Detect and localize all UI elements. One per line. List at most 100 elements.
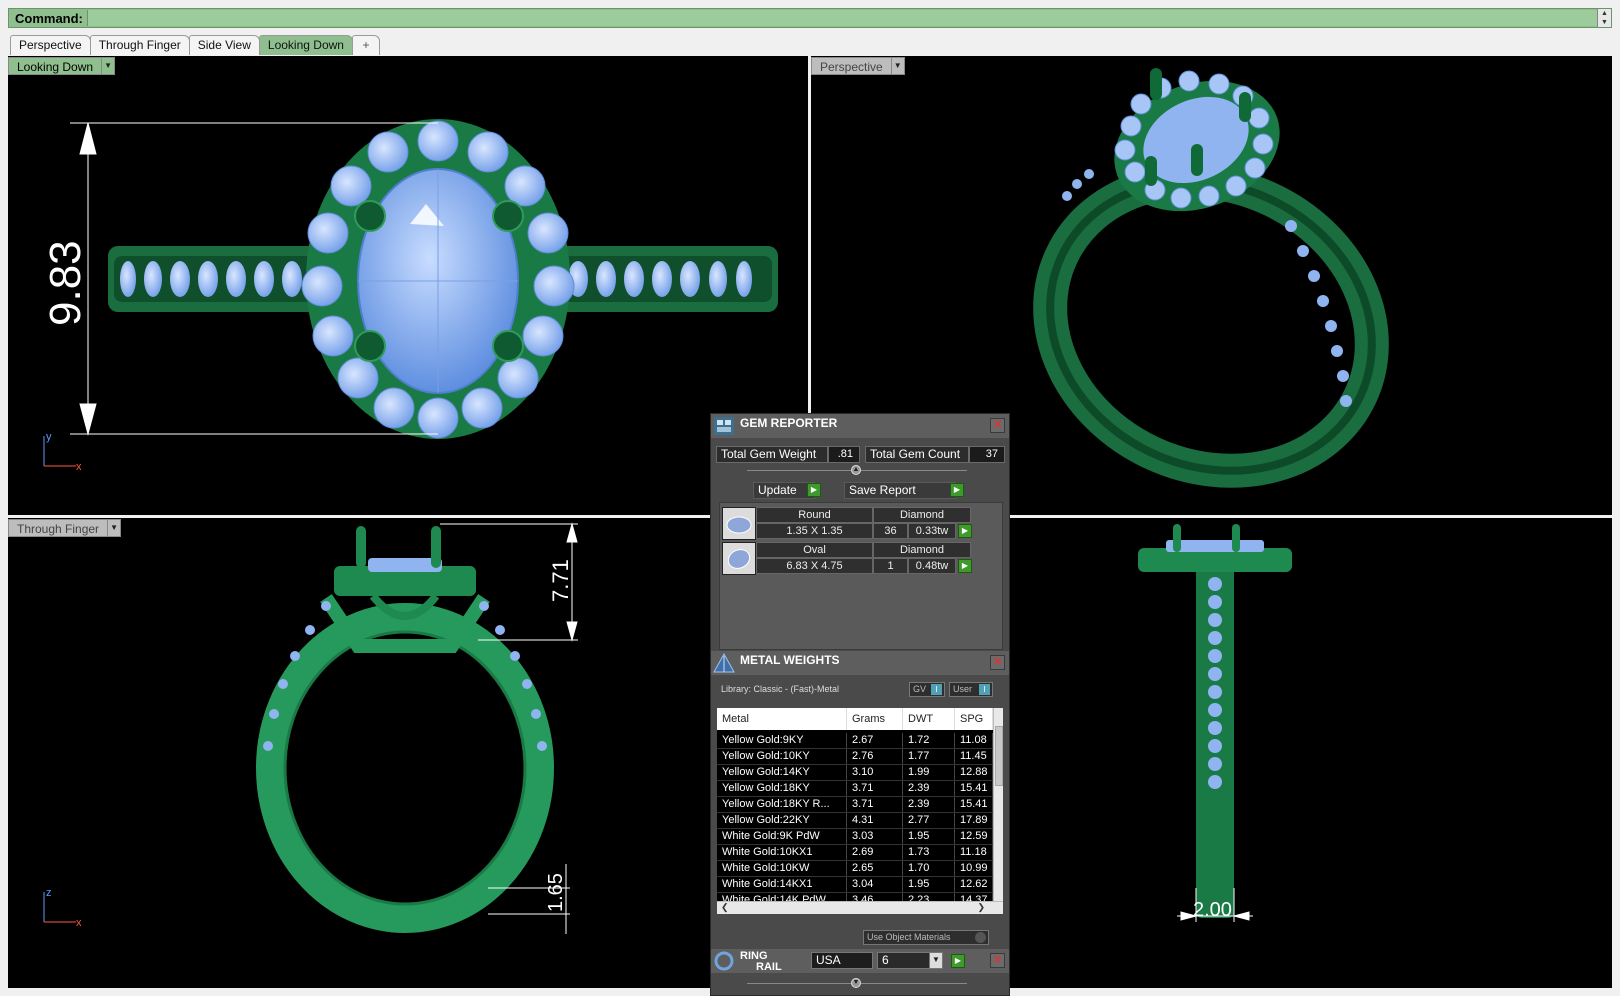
metal-weights-title: METAL WEIGHTS bbox=[740, 653, 840, 667]
height-dimension-label: 9.83 bbox=[41, 240, 90, 326]
gem-detail-play-icon[interactable]: ▶ bbox=[958, 524, 972, 538]
table-row[interactable]: Yellow Gold:18KY R... 3.71 2.39 15.41 bbox=[717, 797, 993, 813]
viewport-label-through-finger[interactable]: Through Finger ▼ bbox=[8, 519, 122, 537]
metal-weights-icon bbox=[713, 652, 735, 673]
radio-icon bbox=[975, 932, 986, 943]
table-row[interactable]: White Gold:10KW 2.65 1.70 10.99 bbox=[717, 861, 993, 877]
app-window: Command: ▲ ▼ Perspective Through Finger S… bbox=[0, 0, 1620, 996]
ring-rail-header: RING RAIL USA 6 ▼ ▶ ✕ bbox=[711, 949, 1009, 973]
viewport-through-finger[interactable]: Through Finger ▼ 7.71 1.65 z x bbox=[8, 518, 808, 988]
gem-detail-play-icon[interactable]: ▶ bbox=[958, 559, 972, 573]
svg-text:z: z bbox=[46, 887, 52, 899]
gem-reporter-title: GEM REPORTER bbox=[740, 416, 838, 430]
tab-through-finger[interactable]: Through Finger bbox=[89, 35, 190, 55]
table-row[interactable]: Yellow Gold:10KY 2.76 1.77 11.45 bbox=[717, 749, 993, 765]
gem-count: 1 bbox=[873, 558, 908, 574]
metal-weights-table: Metal Grams DWT SPG Yellow Gold:9KY 2.67 1… bbox=[717, 708, 993, 901]
gem-weight: 0.33tw bbox=[908, 523, 956, 539]
total-gem-weight-label: Total Gem Weight bbox=[716, 446, 828, 463]
gem-row[interactable]: Round Diamond 1.35 X 1.35 36 0.33tw ▶ bbox=[722, 507, 980, 540]
table-row[interactable]: White Gold:14K PdW 3.46 2.23 14.37 bbox=[717, 893, 993, 901]
ring-size-value: 6 bbox=[882, 953, 889, 967]
metal-weights-header: METAL WEIGHTS ✕ bbox=[711, 651, 1009, 675]
use-object-materials-label: Use Object Materials bbox=[867, 932, 951, 942]
ring-size-select[interactable]: 6 ▼ bbox=[877, 952, 943, 969]
command-input[interactable] bbox=[86, 10, 1597, 26]
update-play-icon[interactable]: ▶ bbox=[807, 483, 821, 497]
chevron-down-icon[interactable]: ▼ bbox=[108, 519, 122, 537]
table-header: Metal Grams DWT SPG bbox=[717, 708, 993, 730]
ring-size-region-select[interactable]: USA bbox=[811, 952, 873, 969]
tab-side-view[interactable]: Side View bbox=[188, 35, 260, 55]
save-report-button[interactable]: Save Report bbox=[844, 482, 956, 499]
scrollbar-thumb[interactable] bbox=[995, 726, 1003, 786]
command-bar: Command: ▲ ▼ bbox=[8, 8, 1612, 28]
update-button[interactable]: Update bbox=[753, 482, 815, 499]
gem-shape: Round bbox=[756, 507, 873, 523]
horizontal-scrollbar[interactable]: ❮ ❯ bbox=[717, 901, 1003, 914]
column-header-spg[interactable]: SPG bbox=[955, 708, 993, 730]
svg-text:x: x bbox=[76, 461, 82, 473]
gem-reporter-icon bbox=[714, 417, 734, 435]
round-gem-thumbnail bbox=[722, 507, 756, 540]
svg-text:y: y bbox=[46, 431, 52, 443]
gem-count: 36 bbox=[873, 523, 908, 539]
table-row[interactable]: Yellow Gold:9KY 2.67 1.72 11.08 bbox=[717, 733, 993, 749]
axis-indicator: z x bbox=[43, 887, 82, 929]
table-row[interactable]: White Gold:10KX1 2.69 1.73 11.18 bbox=[717, 845, 993, 861]
tab-looking-down[interactable]: Looking Down bbox=[258, 35, 353, 55]
toggle-indicator-icon: I bbox=[979, 684, 990, 695]
scroll-left-icon[interactable]: ❮ bbox=[721, 902, 729, 913]
viewport-label-perspective[interactable]: Perspective ▼ bbox=[811, 57, 905, 75]
viewport-tabs: Perspective Through Finger Side View Loo… bbox=[10, 35, 380, 55]
column-header-dwt[interactable]: DWT bbox=[903, 708, 955, 730]
user-toggle[interactable]: User I bbox=[949, 682, 993, 697]
table-row[interactable]: White Gold:9K PdW 3.03 1.95 12.59 bbox=[717, 829, 993, 845]
close-icon[interactable]: ✕ bbox=[990, 953, 1005, 968]
svg-text:x: x bbox=[76, 917, 82, 929]
ring-rail-title: RING RAIL bbox=[740, 950, 782, 973]
viewport-looking-down[interactable]: Looking Down ▼ 9.83 y x bbox=[8, 56, 808, 515]
column-header-grams[interactable]: Grams bbox=[847, 708, 903, 730]
ring-rail-apply-icon[interactable]: ▶ bbox=[951, 954, 965, 968]
table-row[interactable]: White Gold:14KX1 3.04 1.95 12.62 bbox=[717, 877, 993, 893]
gem-reporter-panel: GEM REPORTER ✕ Total Gem Weight .81 Tota… bbox=[710, 413, 1010, 996]
chevron-down-icon[interactable]: ▼ bbox=[929, 953, 942, 968]
table-row[interactable]: Yellow Gold:14KY 3.10 1.99 12.88 bbox=[717, 765, 993, 781]
command-label: Command: bbox=[15, 10, 83, 26]
use-object-materials-toggle[interactable]: Use Object Materials bbox=[863, 930, 989, 945]
gem-size: 1.35 X 1.35 bbox=[756, 523, 873, 539]
viewport-label-text: Perspective bbox=[811, 57, 892, 75]
ring-top-view: 9.83 y x bbox=[41, 119, 778, 473]
height-dimension-label: 7.71 bbox=[548, 559, 573, 602]
width-dimension-label: 2.00 bbox=[1193, 899, 1232, 921]
add-tab-button[interactable]: + bbox=[351, 35, 380, 55]
gv-toggle-label: GV bbox=[913, 684, 927, 694]
save-report-play-icon[interactable]: ▶ bbox=[950, 483, 964, 497]
gem-row[interactable]: Oval Diamond 6.83 X 4.75 1 0.48tw ▶ bbox=[722, 542, 980, 575]
gem-weight: 0.48tw bbox=[908, 558, 956, 574]
column-header-metal[interactable]: Metal bbox=[717, 708, 847, 730]
tab-perspective[interactable]: Perspective bbox=[10, 35, 91, 55]
scroll-right-icon[interactable]: ❯ bbox=[977, 902, 985, 913]
table-row[interactable]: Yellow Gold:22KY 4.31 2.77 17.89 bbox=[717, 813, 993, 829]
shank-dimension-label: 1.65 bbox=[545, 873, 567, 912]
panel-collapse-handle[interactable]: ▲ bbox=[851, 465, 861, 475]
user-toggle-label: User bbox=[953, 684, 973, 694]
gem-list: Round Diamond 1.35 X 1.35 36 0.33tw ▶ Ov… bbox=[719, 502, 1003, 650]
total-gem-count-label: Total Gem Count bbox=[865, 446, 969, 463]
close-icon[interactable]: ✕ bbox=[990, 655, 1005, 670]
vertical-scrollbar[interactable] bbox=[993, 708, 1003, 901]
chevron-down-icon[interactable]: ▼ bbox=[102, 57, 116, 75]
chevron-down-icon[interactable]: ▼ bbox=[891, 57, 905, 75]
gem-reporter-header: GEM REPORTER ✕ bbox=[711, 414, 1009, 438]
ring-front-view: 7.71 1.65 z x bbox=[43, 522, 578, 934]
panel-expand-handle[interactable]: ▼ bbox=[851, 978, 861, 988]
table-row[interactable]: Yellow Gold:18KY 3.71 2.39 15.41 bbox=[717, 781, 993, 797]
total-gem-count-value: 37 bbox=[969, 446, 1005, 463]
viewport-label-looking-down[interactable]: Looking Down ▼ bbox=[8, 57, 116, 75]
metal-library-label: Library: Classic - (Fast)-Metal bbox=[721, 684, 840, 694]
close-icon[interactable]: ✕ bbox=[990, 418, 1005, 433]
gv-toggle[interactable]: GV I bbox=[909, 682, 945, 697]
command-scroll-arrows[interactable]: ▲ ▼ bbox=[1597, 9, 1611, 27]
